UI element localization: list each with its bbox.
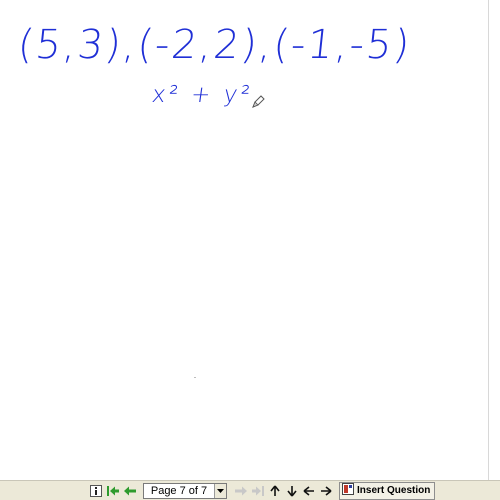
arrow-right-icon bbox=[320, 485, 332, 497]
arrow-right-button[interactable] bbox=[318, 483, 333, 499]
first-page-button[interactable] bbox=[105, 483, 120, 499]
canvas-edge bbox=[488, 0, 500, 480]
insert-question-button[interactable]: Insert Question bbox=[339, 481, 436, 500]
page-select-label: Page 7 of 7 bbox=[150, 484, 208, 497]
canvas-mark bbox=[194, 377, 196, 378]
info-icon bbox=[89, 484, 102, 497]
chevron-down-icon[interactable] bbox=[214, 483, 226, 498]
arrow-up-icon bbox=[269, 485, 281, 497]
page-select[interactable]: Page 7 of 7 bbox=[143, 482, 227, 499]
last-page-button[interactable] bbox=[250, 483, 265, 499]
previous-page-button[interactable] bbox=[122, 483, 137, 499]
handwritten-expression: x² + y² bbox=[150, 82, 255, 108]
last-page-icon bbox=[251, 485, 265, 497]
insert-question-label: Insert Question bbox=[357, 485, 431, 496]
arrow-left-icon bbox=[303, 485, 315, 497]
info-button[interactable] bbox=[88, 483, 103, 499]
arrow-up-button[interactable] bbox=[267, 483, 282, 499]
first-page-icon bbox=[106, 485, 120, 497]
whiteboard-canvas[interactable]: (5,3),(-2,2),(-1,-5) x² + y² bbox=[0, 0, 488, 480]
previous-page-icon bbox=[123, 485, 137, 497]
arrow-down-icon bbox=[286, 485, 298, 497]
handwritten-points: (5,3),(-2,2),(-1,-5) bbox=[15, 22, 414, 68]
next-page-button[interactable] bbox=[233, 483, 248, 499]
next-page-icon bbox=[234, 485, 248, 497]
insert-question-icon bbox=[342, 483, 354, 498]
arrow-left-button[interactable] bbox=[301, 483, 316, 499]
arrow-down-button[interactable] bbox=[284, 483, 299, 499]
pen-cursor-icon bbox=[250, 94, 266, 110]
page-navigation-toolbar: Page 7 of 7 Insert Question bbox=[0, 480, 500, 500]
